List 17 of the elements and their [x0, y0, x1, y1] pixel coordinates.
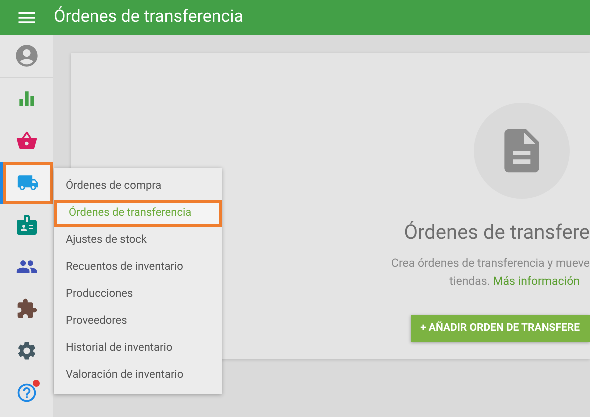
settings-icon — [16, 340, 38, 362]
empty-state-description: tiendas. Más información — [450, 273, 580, 290]
submenu-item[interactable]: Ajustes de stock — [54, 227, 222, 254]
empty-state-description: Crea órdenes de transferencia y mueve — [391, 255, 590, 272]
puzzle-icon — [16, 298, 38, 320]
sidebar-item[interactable] — [0, 162, 53, 204]
submenu-item[interactable]: Recuentos de inventario — [54, 254, 222, 281]
submenu-item[interactable]: Historial de inventario — [54, 335, 222, 362]
submenu-item[interactable]: Órdenes de compra — [54, 173, 222, 200]
submenu-item[interactable]: Proveedores — [54, 308, 222, 335]
account-icon — [14, 43, 40, 69]
page-title: Órdenes de transferencia — [54, 6, 244, 29]
submenu-item[interactable]: Producciones — [54, 281, 222, 308]
id-card-icon — [14, 213, 38, 237]
basket-icon — [16, 130, 38, 152]
submenu-item[interactable]: Valoración de inventario — [54, 362, 222, 389]
empty-state-title: Órdenes de transfere — [404, 219, 590, 246]
